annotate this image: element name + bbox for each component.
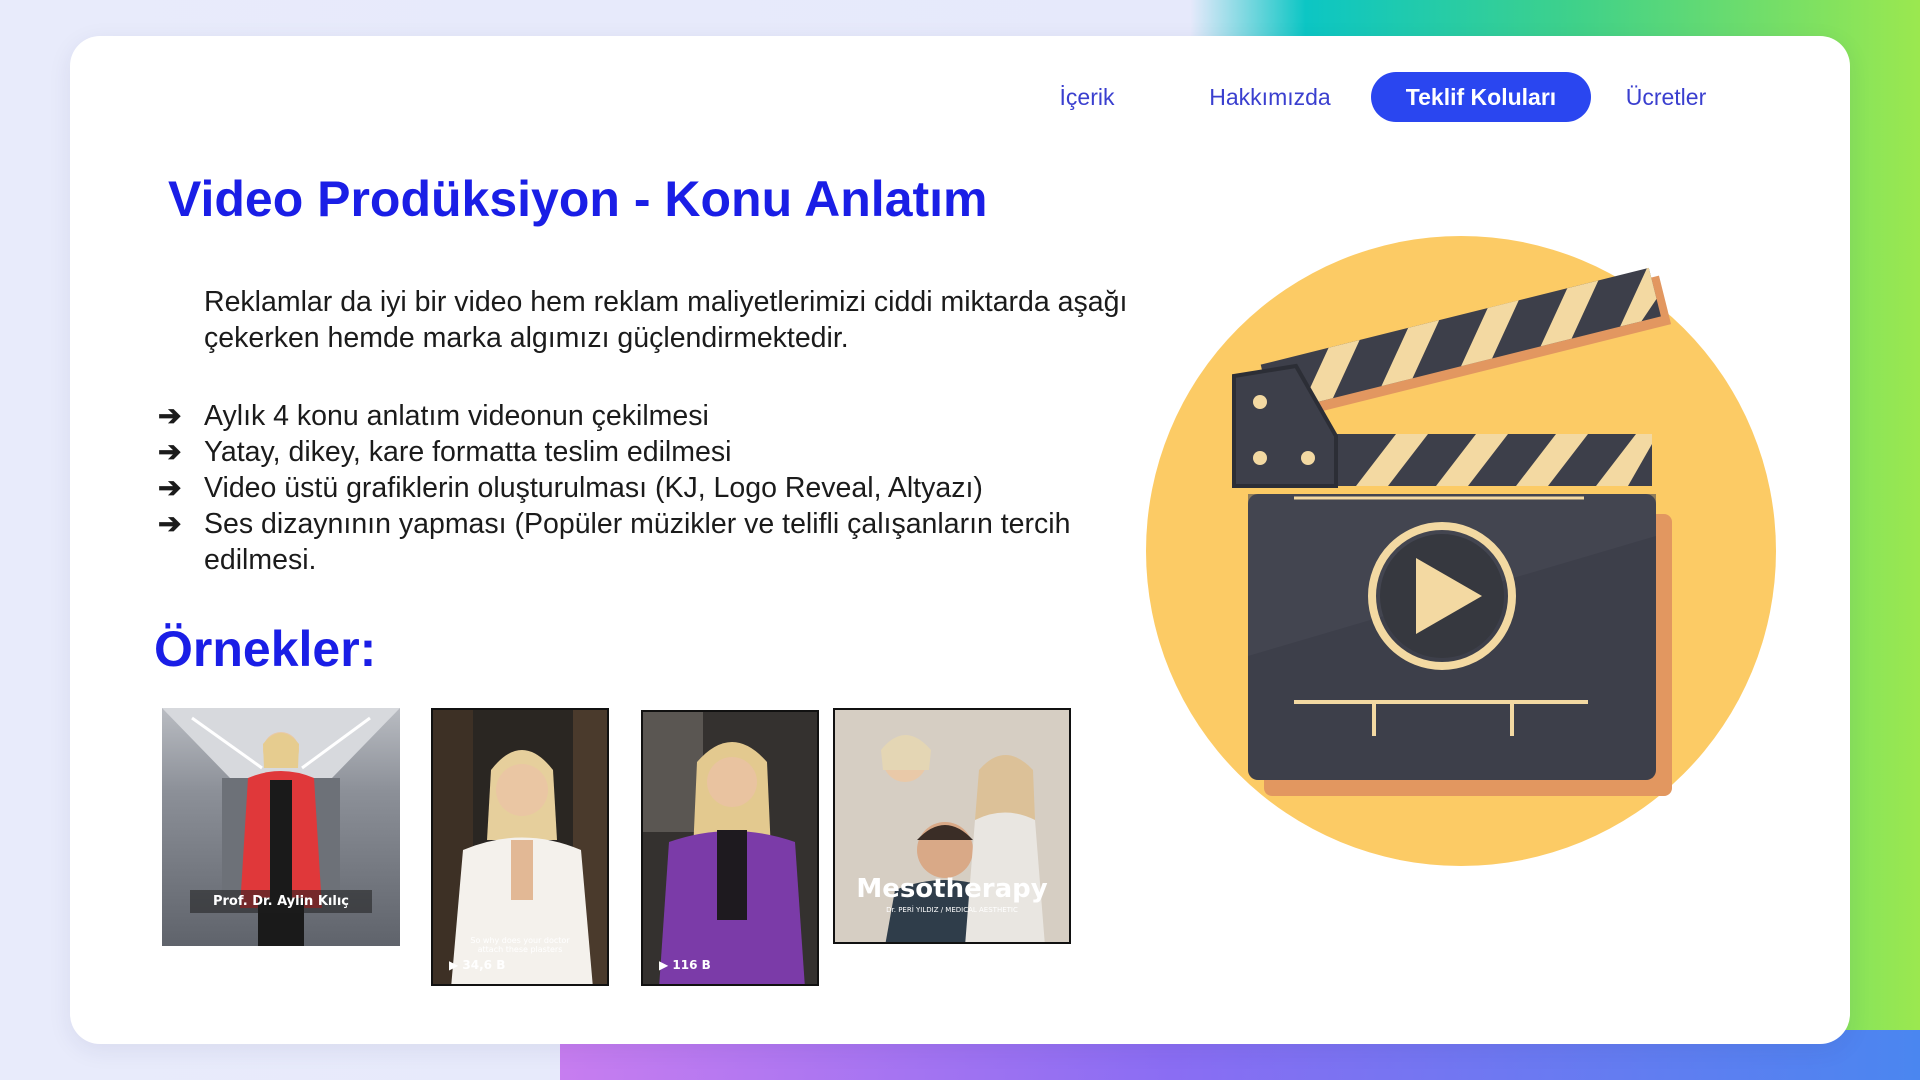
- play-icon: ▶: [449, 958, 459, 972]
- list-item: ➔ Video üstü grafiklerin oluşturulması (K…: [158, 470, 1118, 506]
- example-video-thumb-1[interactable]: Prof. Dr. Aylin Kılıç: [162, 708, 400, 946]
- intro-text: Reklamlar da iyi bir video hem reklam ma…: [204, 286, 1128, 354]
- thumb-subcaption: Dr. PERİ YILDIZ / MEDICAL AESTHETIC: [886, 906, 1018, 914]
- feature-list: ➔ Aylık 4 konu anlatım videonun çekilmesi…: [158, 398, 1118, 578]
- list-item-text: Aylık 4 konu anlatım videonun çekilmesi: [204, 400, 709, 432]
- arrow-right-icon: ➔: [158, 508, 182, 539]
- list-item: ➔ Aylık 4 konu anlatım videonun çekilmesi: [158, 398, 1118, 434]
- nav-item-teklif-kolulari[interactable]: Teklif Koluları: [1371, 72, 1591, 122]
- arrow-right-icon: ➔: [158, 436, 182, 467]
- thumb-caption: Mesotherapy: [856, 874, 1048, 904]
- arrow-right-icon: ➔: [158, 400, 182, 431]
- thumb-views: ▶ 34,6 B: [449, 958, 505, 972]
- video-frame-image: [643, 712, 805, 984]
- list-item: ➔ Ses dizaynının yapması (Popüler müzikle…: [158, 506, 1118, 578]
- view-count: 116 B: [672, 958, 711, 972]
- nav-item-hakkimizda[interactable]: Hakkımızda: [1198, 72, 1342, 122]
- list-item: ➔ Yatay, dikey, kare formatta teslim edil…: [158, 434, 1118, 470]
- example-video-thumb-2[interactable]: So why does your doctor attach these pla…: [431, 708, 609, 986]
- view-count: 34,6 B: [462, 958, 506, 972]
- top-nav: İçerik Hakkımızda Teklif Koluları Ücretl…: [0, 72, 1920, 122]
- thumb-caption: Prof. Dr. Aylin Kılıç: [190, 890, 372, 913]
- list-item-text: Video üstü grafiklerin oluşturulması (KJ…: [204, 472, 983, 504]
- page-title: Video Prodüksiyon - Konu Anlatım: [168, 171, 988, 227]
- example-video-thumb-3[interactable]: ▶ 116 B: [641, 710, 819, 986]
- list-item-text: Yatay, dikey, kare formatta teslim edilm…: [204, 436, 732, 468]
- examples-heading: Örnekler:: [154, 621, 377, 677]
- example-video-thumb-4[interactable]: Mesotherapy Dr. PERİ YILDIZ / MEDICAL AE…: [833, 708, 1071, 944]
- arrow-right-icon: ➔: [158, 472, 182, 503]
- clapperboard-play-icon: [1146, 236, 1776, 866]
- nav-item-icerik[interactable]: İçerik: [1042, 72, 1132, 122]
- nav-item-ucretler[interactable]: Ücretler: [1616, 72, 1716, 122]
- thumb-subtitle: So why does your doctor attach these pla…: [470, 936, 570, 954]
- list-item-text: Ses dizaynının yapması (Popüler müzikler…: [204, 508, 1071, 576]
- play-icon: ▶: [659, 958, 669, 972]
- thumb-views: ▶ 116 B: [659, 958, 711, 972]
